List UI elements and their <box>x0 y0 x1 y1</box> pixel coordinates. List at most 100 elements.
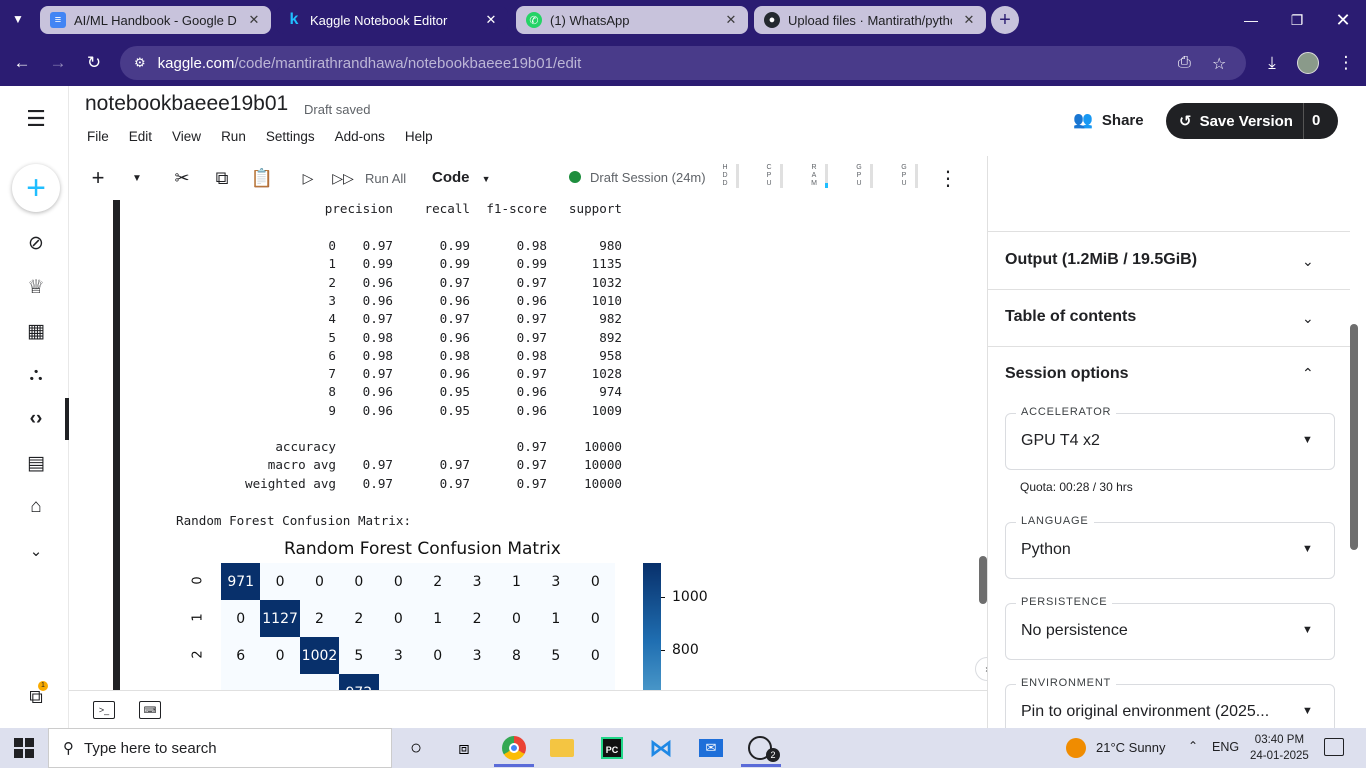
chevron-up-icon[interactable]: ⌃ <box>1302 365 1314 382</box>
add-cell-icon[interactable]: + <box>87 165 109 190</box>
persistence-select[interactable]: PERSISTENCE No persistence ▼ <box>1005 596 1335 660</box>
mail-icon[interactable]: ✉ <box>697 734 725 762</box>
report-cell: 1032 <box>591 274 622 290</box>
report-cell: 1009 <box>591 402 622 418</box>
heatmap-cell <box>418 674 458 690</box>
gpu-quota: Quota: 00:28 / 30 hrs <box>1020 480 1133 494</box>
heatmap-cell <box>457 674 497 690</box>
run-all-button[interactable]: Run All <box>365 171 406 186</box>
discussions-icon[interactable]: ▤ <box>22 449 50 477</box>
browser-tab-kaggle[interactable]: k Kaggle Notebook Editor ✕ <box>276 6 508 34</box>
side-panel-scrollbar[interactable] <box>1350 324 1358 550</box>
keyboard-shortcuts-icon[interactable]: ⌨ <box>139 701 161 719</box>
chevron-down-icon[interactable]: ⌄ <box>1302 310 1314 327</box>
bookmark-star-icon[interactable]: ☆ <box>1212 54 1226 74</box>
add-cell-dropdown-icon[interactable]: ▼ <box>129 166 145 190</box>
report-cell: 10000 <box>584 475 622 491</box>
menu-run[interactable]: Run <box>221 129 246 144</box>
models-icon[interactable]: ⛬ <box>22 361 50 389</box>
more-options-icon[interactable]: ⋮ <box>938 166 958 190</box>
report-cell: 982 <box>599 311 622 327</box>
share-button[interactable]: 👥 Share <box>1073 110 1144 130</box>
close-tab-icon[interactable]: ✕ <box>960 11 978 29</box>
weather-sun-icon[interactable] <box>1066 738 1086 758</box>
site-info-icon[interactable]: ⚙ <box>134 55 146 71</box>
cortana-circle-icon[interactable]: ○ <box>402 734 430 762</box>
menu-settings[interactable]: Settings <box>266 129 315 144</box>
notebook-scrollbar[interactable] <box>979 556 987 604</box>
taskbar-search[interactable]: ⚲ Type here to search <box>48 728 392 768</box>
code-icon[interactable]: ‹› <box>22 405 50 433</box>
chrome-icon[interactable] <box>500 734 528 762</box>
more-chevron-down-icon[interactable]: ⌄ <box>22 537 50 565</box>
browser-tab-github[interactable]: ● Upload files · Mantirath/python ✕ <box>754 6 986 34</box>
tab-search-chevron-icon[interactable]: ▼ <box>12 12 24 26</box>
restore-window-icon[interactable]: ❐ <box>1285 8 1309 32</box>
language-select[interactable]: LANGUAGE Python ▼ <box>1005 515 1335 579</box>
install-app-icon[interactable]: ⎙ <box>1178 54 1191 72</box>
address-bar[interactable]: ⚙ kaggle.com /code/mantirathrandhawa/not… <box>120 46 1246 80</box>
hdd-meter <box>736 164 739 188</box>
close-tab-icon[interactable]: ✕ <box>482 11 500 29</box>
browser-tab-whatsapp[interactable]: ✆ (1) WhatsApp ✕ <box>516 6 748 34</box>
downloads-icon[interactable]: ⤓ <box>1261 52 1283 74</box>
copy-icon[interactable]: ⧉ <box>211 166 233 190</box>
weather-text[interactable]: 21°C Sunny <box>1096 740 1166 755</box>
gpu2-meter <box>915 164 918 188</box>
show-hidden-icons-chevron-icon[interactable]: ⌃ <box>1188 739 1198 753</box>
menu-help[interactable]: Help <box>405 129 433 144</box>
paste-clipboard-icon[interactable]: 📋 <box>251 166 273 190</box>
task-view-icon[interactable]: ⧈ <box>450 734 478 762</box>
session-options-header[interactable]: Session options <box>1005 365 1129 383</box>
close-tab-icon[interactable]: ✕ <box>722 11 740 29</box>
notification-badge: 1 <box>38 681 48 691</box>
back-arrow-icon[interactable]: ← <box>11 52 33 74</box>
google-docs-icon: ≡ <box>50 12 66 28</box>
more-menu-icon[interactable]: ⋮ <box>1335 52 1357 74</box>
field-label: ENVIRONMENT <box>1016 677 1117 689</box>
menu-view[interactable]: View <box>172 129 201 144</box>
trophy-icon[interactable]: ♕ <box>22 273 50 301</box>
forward-arrow-icon[interactable]: → <box>47 52 69 74</box>
notifications-icon[interactable] <box>1324 738 1344 756</box>
environment-select[interactable]: ENVIRONMENT Pin to original environment … <box>1005 677 1335 728</box>
browser-tab-google-docs[interactable]: ≡ AI/ML Handbook - Google Doc ✕ <box>40 6 271 34</box>
system-clock[interactable]: 03:40 PM 24-01-2025 <box>1250 732 1309 764</box>
input-language[interactable]: ENG <box>1212 740 1239 754</box>
windows-start-icon[interactable] <box>14 738 34 758</box>
chevron-down-icon[interactable]: ⌄ <box>1302 253 1314 270</box>
save-version-button[interactable]: ↺ Save Version 0 <box>1166 103 1338 139</box>
heatmap-cell: 972 <box>339 674 379 690</box>
minimize-icon[interactable]: — <box>1239 8 1263 32</box>
notebook-toolbar: + ▼ ✂ ⧉ 📋 ▷ ▷▷ Run All Code ▼ Draft Sess… <box>69 156 987 200</box>
learn-graduation-cap-icon[interactable]: ⌂ <box>22 493 50 521</box>
report-cell: accuracy <box>275 439 336 454</box>
pycharm-icon[interactable]: PC <box>598 734 626 762</box>
menu-edit[interactable]: Edit <box>129 129 152 144</box>
close-window-icon[interactable]: ✕ <box>1331 8 1355 32</box>
new-tab-button[interactable]: + <box>991 6 1019 34</box>
divider <box>988 289 1350 290</box>
run-all-icon[interactable]: ▷▷ <box>331 166 355 190</box>
reload-icon[interactable]: ↻ <box>83 52 105 74</box>
toc-section-header[interactable]: Table of contents <box>1005 308 1136 326</box>
close-tab-icon[interactable]: ✕ <box>245 11 263 29</box>
console-terminal-icon[interactable]: >_ <box>93 701 115 719</box>
vscode-icon[interactable]: ⋈ <box>647 734 675 762</box>
datasets-table-icon[interactable]: ▦ <box>22 317 50 345</box>
cell-type-select[interactable]: Code ▼ <box>432 169 491 186</box>
hamburger-menu-icon[interactable]: ☰ <box>22 105 50 133</box>
menu-file[interactable]: File <box>87 129 109 144</box>
output-section-header[interactable]: Output (1.2MiB / 19.5GiB) <box>1005 251 1197 269</box>
heatmap-cell: 0 <box>221 600 261 637</box>
profile-avatar[interactable] <box>1297 52 1319 74</box>
accelerator-select[interactable]: ACCELERATOR GPU T4 x2 ▼ <box>1005 406 1335 470</box>
file-explorer-icon[interactable] <box>548 734 576 762</box>
menu-add-ons[interactable]: Add-ons <box>335 129 385 144</box>
cut-icon[interactable]: ✂ <box>171 166 193 190</box>
create-button[interactable]: + <box>12 164 60 212</box>
run-cell-icon[interactable]: ▷ <box>298 166 318 190</box>
notebook-title[interactable]: notebookbaeee19b01 <box>85 92 288 116</box>
session-status[interactable]: Draft Session (24m) <box>590 170 706 185</box>
compass-icon[interactable]: ⊘ <box>22 229 50 257</box>
